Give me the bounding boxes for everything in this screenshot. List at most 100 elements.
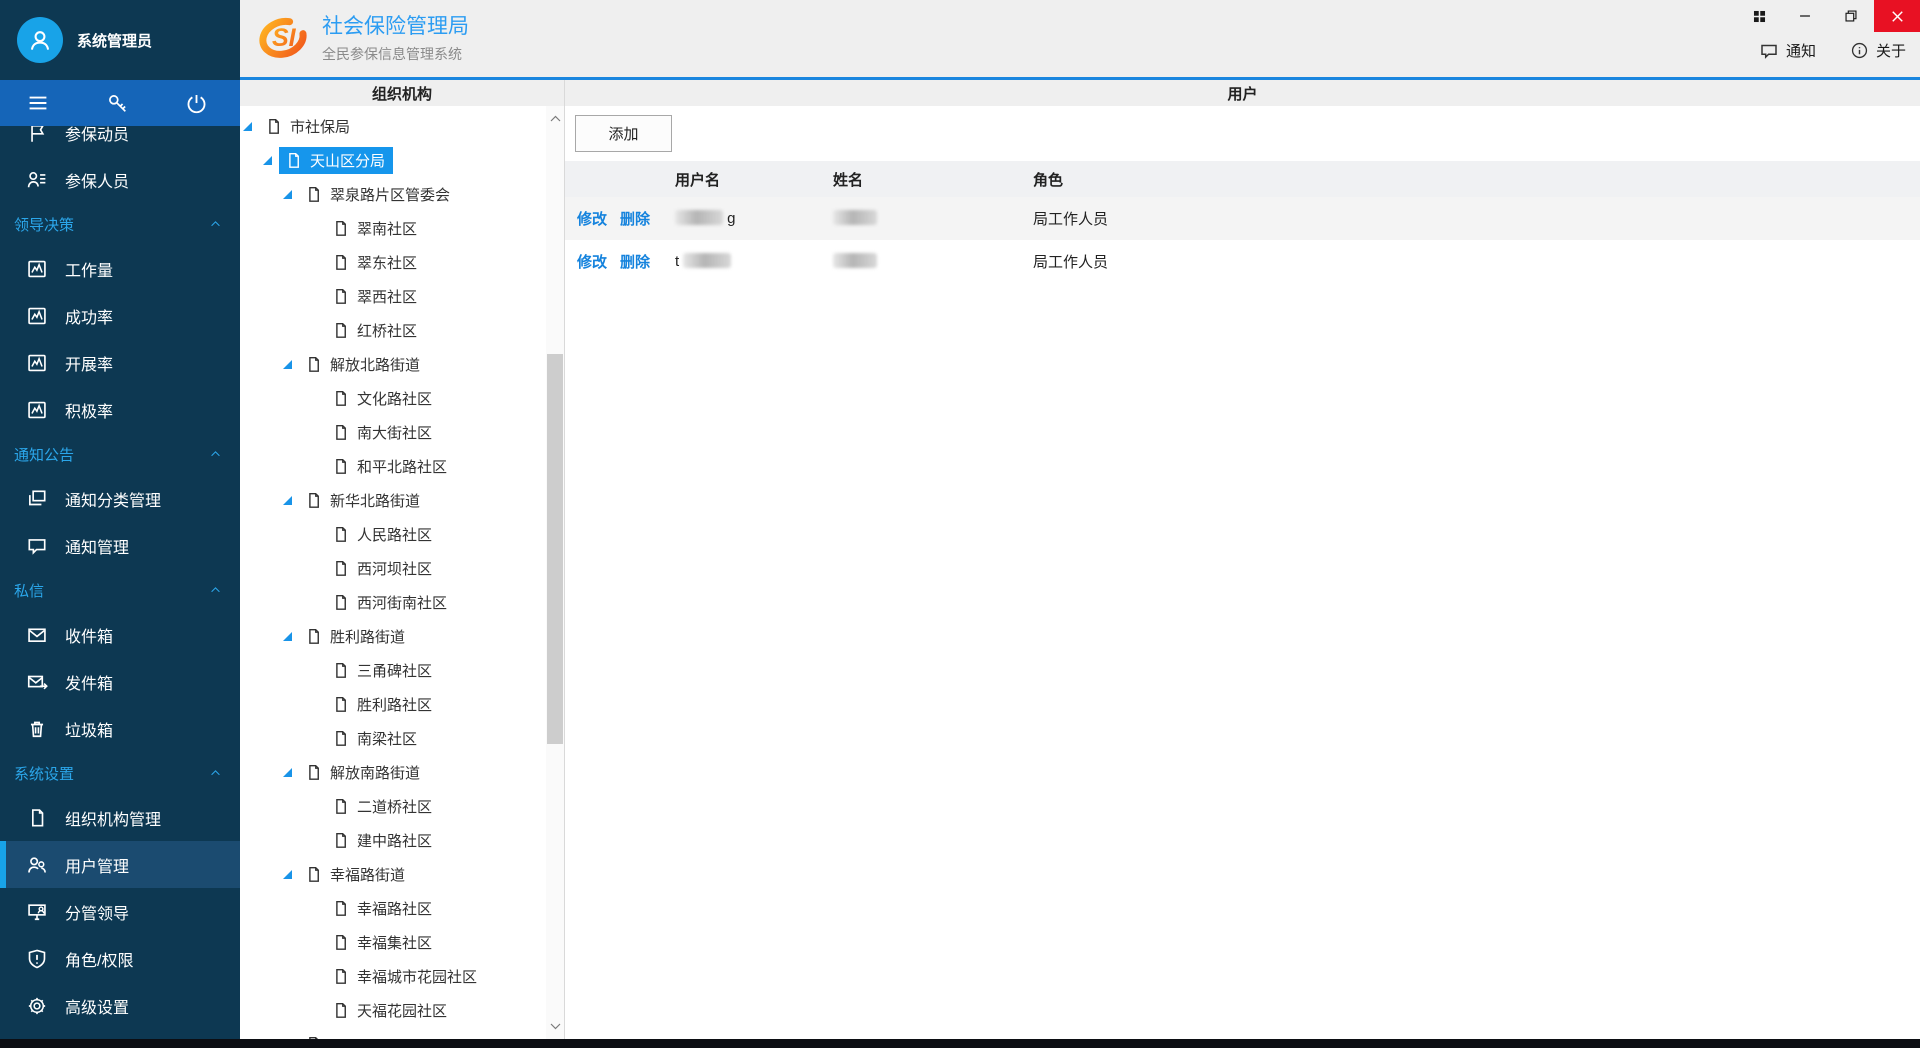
expand-arrow-icon[interactable] xyxy=(303,394,319,403)
tree-node[interactable]: 幸福路街道 xyxy=(240,857,546,891)
tree-node[interactable]: 建中路社区 xyxy=(240,823,546,857)
tree-node[interactable]: 幸福路社区 xyxy=(240,891,546,925)
hamburger-menu-icon[interactable] xyxy=(26,91,50,115)
sidebar-item-chart[interactable]: 工作量 xyxy=(0,245,240,292)
expand-arrow-icon[interactable] xyxy=(303,598,319,607)
expand-arrow-icon[interactable] xyxy=(303,224,319,233)
notifications-button[interactable]: 通知 xyxy=(1759,40,1816,61)
close-button[interactable] xyxy=(1874,0,1920,32)
sidebar-item-org[interactable]: 组织机构管理 xyxy=(0,794,240,841)
sidebar-item-bubble[interactable]: 通知管理 xyxy=(0,522,240,569)
edit-link[interactable]: 修改 xyxy=(577,208,607,229)
tree-node[interactable]: 南大街社区 xyxy=(240,415,546,449)
sidebar-item-trash[interactable]: 垃圾箱 xyxy=(0,705,240,752)
sidebar-item-flag[interactable]: 参保动员 xyxy=(0,126,240,156)
minimize-button[interactable] xyxy=(1782,0,1828,32)
sidebar-section-header[interactable]: 通知公告 xyxy=(0,433,240,475)
sidebar-item-mail[interactable]: 收件箱 xyxy=(0,611,240,658)
tree-node[interactable]: 翠西社区 xyxy=(240,279,546,313)
expand-arrow-icon[interactable] xyxy=(283,360,292,369)
scroll-up-icon[interactable] xyxy=(547,112,563,127)
tree-node[interactable]: 天山区分局 xyxy=(240,143,546,177)
sidebar-item-mail-send[interactable]: 发件箱 xyxy=(0,658,240,705)
sidebar-item-chart[interactable]: 开展率 xyxy=(0,339,240,386)
sidebar-section-label: 系统设置 xyxy=(14,763,74,784)
tree-node-label: 市社保局 xyxy=(290,116,350,137)
window-grid-button[interactable] xyxy=(1736,0,1782,32)
expand-arrow-icon[interactable] xyxy=(283,190,292,199)
tree-node[interactable]: 胜利路街道 xyxy=(240,619,546,653)
sidebar-item-copy[interactable]: 通知分类管理 xyxy=(0,475,240,522)
sidebar-section-header[interactable]: 私信 xyxy=(0,569,240,611)
expand-arrow-icon[interactable] xyxy=(303,700,319,709)
delete-link[interactable]: 删除 xyxy=(620,208,650,229)
about-button[interactable]: 关于 xyxy=(1850,40,1906,61)
expand-arrow-icon[interactable] xyxy=(303,564,319,573)
expand-arrow-icon[interactable] xyxy=(303,972,319,981)
tree-node[interactable]: 西河街南社区 xyxy=(240,585,546,619)
tree-node[interactable]: 翠南社区 xyxy=(240,211,546,245)
expand-arrow-icon[interactable] xyxy=(303,258,319,267)
tree-scrollbar[interactable] xyxy=(546,106,564,1039)
sidebar-section-header[interactable]: 系统设置 xyxy=(0,752,240,794)
expand-arrow-icon[interactable] xyxy=(303,428,319,437)
tree-node[interactable]: 翠东社区 xyxy=(240,245,546,279)
delete-link[interactable]: 删除 xyxy=(620,251,650,272)
sidebar-item-person-list[interactable]: 参保人员 xyxy=(0,156,240,203)
expand-arrow-icon[interactable] xyxy=(283,632,292,641)
tree-node[interactable]: 和平北路社区 xyxy=(240,449,546,483)
scroll-down-icon[interactable] xyxy=(547,1018,563,1033)
tree-node[interactable]: 市社保局 xyxy=(240,109,546,143)
key-icon[interactable] xyxy=(106,92,129,115)
tree-node[interactable]: 翠泉路片区管委会 xyxy=(240,177,546,211)
expand-arrow-icon[interactable] xyxy=(303,802,319,811)
tree-node[interactable]: 胜利路社区 xyxy=(240,687,546,721)
app-title: 社会保险管理局 xyxy=(322,10,469,40)
sidebar-item-chart[interactable]: 成功率 xyxy=(0,292,240,339)
edit-link[interactable]: 修改 xyxy=(577,251,607,272)
taskbar-edge[interactable] xyxy=(0,1039,1920,1048)
restore-button[interactable] xyxy=(1828,0,1874,32)
scrollbar-thumb[interactable] xyxy=(547,354,563,744)
tree-node[interactable]: 新华北路街道 xyxy=(240,483,546,517)
avatar[interactable] xyxy=(17,17,63,63)
tree-node[interactable]: 解放北路街道 xyxy=(240,347,546,381)
expand-arrow-icon[interactable] xyxy=(303,530,319,539)
expand-arrow-icon[interactable] xyxy=(303,904,319,913)
expand-arrow-icon[interactable] xyxy=(303,326,319,335)
power-icon[interactable] xyxy=(185,92,208,115)
tree-node[interactable]: 文化路社区 xyxy=(240,381,546,415)
sidebar-item-users[interactable]: 用户管理 xyxy=(0,841,240,888)
add-user-button[interactable]: 添加 xyxy=(575,115,672,152)
expand-arrow-icon[interactable] xyxy=(283,496,292,505)
org-node-icon xyxy=(331,287,350,306)
sidebar-section-header[interactable]: 领导决策 xyxy=(0,203,240,245)
tree-node[interactable]: 幸福集社区 xyxy=(240,925,546,959)
expand-arrow-icon[interactable] xyxy=(243,122,252,131)
tree-node[interactable]: 解放南路街道 xyxy=(240,755,546,789)
expand-arrow-icon[interactable] xyxy=(283,768,292,777)
tree-node[interactable]: 幸福城市花园社区 xyxy=(240,959,546,993)
tree-node[interactable]: 二道桥社区 xyxy=(240,789,546,823)
sidebar-item-monitor-user[interactable]: 分管领导 xyxy=(0,888,240,935)
tree-node[interactable]: 三甬碑社区 xyxy=(240,653,546,687)
tree-node[interactable] xyxy=(240,1027,546,1039)
expand-arrow-icon[interactable] xyxy=(303,734,319,743)
expand-arrow-icon[interactable] xyxy=(303,462,319,471)
tree-node[interactable]: 南梁社区 xyxy=(240,721,546,755)
expand-arrow-icon[interactable] xyxy=(283,870,292,879)
tree-node[interactable]: 西河坝社区 xyxy=(240,551,546,585)
expand-arrow-icon[interactable] xyxy=(303,938,319,947)
sidebar-item-shield[interactable]: 角色/权限 xyxy=(0,935,240,982)
tree-node[interactable]: 人民路社区 xyxy=(240,517,546,551)
expand-arrow-icon[interactable] xyxy=(303,666,319,675)
tree-node[interactable]: 红桥社区 xyxy=(240,313,546,347)
sidebar-item-gear[interactable]: 高级设置 xyxy=(0,982,240,1029)
tree-node-label: 三甬碑社区 xyxy=(357,660,432,681)
expand-arrow-icon[interactable] xyxy=(303,836,319,845)
expand-arrow-icon[interactable] xyxy=(303,292,319,301)
expand-arrow-icon[interactable] xyxy=(263,156,272,165)
expand-arrow-icon[interactable] xyxy=(303,1006,319,1015)
tree-node[interactable]: 天福花园社区 xyxy=(240,993,546,1027)
sidebar-item-chart[interactable]: 积极率 xyxy=(0,386,240,433)
